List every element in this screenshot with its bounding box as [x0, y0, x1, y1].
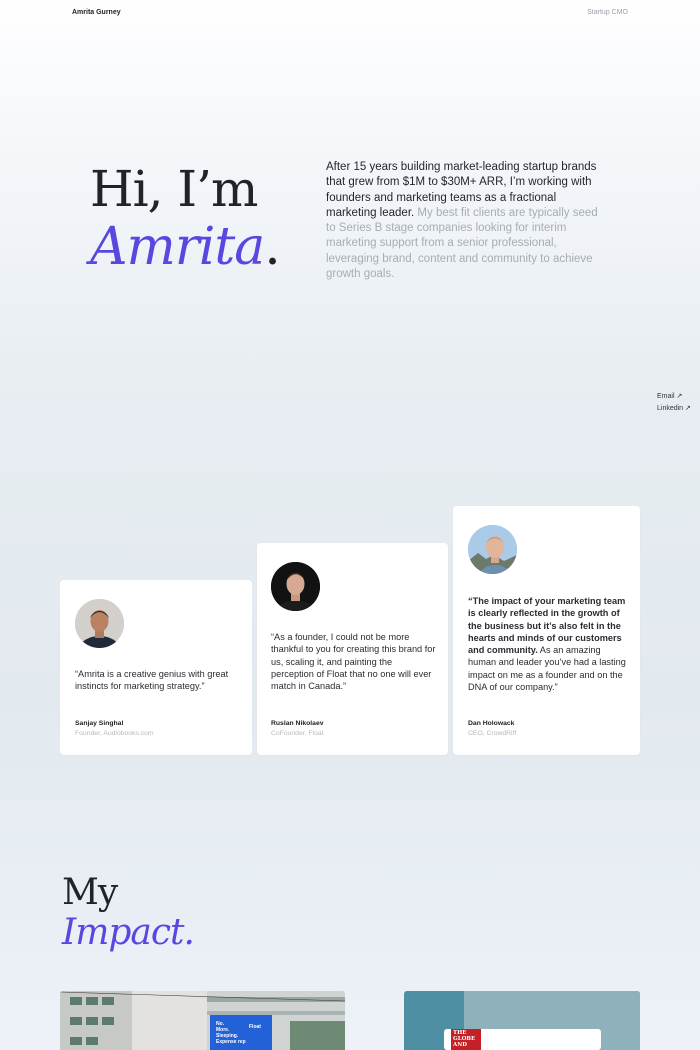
testimonial-name: Ruslan Nikolaev	[271, 720, 324, 727]
hero-heading: Hi, I’m Amrita.	[90, 160, 281, 277]
testimonial-name: Sanjay Singhal	[75, 720, 124, 727]
brand-role: Startup CMO	[587, 9, 628, 16]
testimonial-role: CoFounder, Float	[271, 730, 324, 737]
brand-name[interactable]: Amrita Gurney	[72, 9, 121, 16]
testimonial-card: “As a founder, I could not be more thank…	[257, 543, 448, 755]
email-link[interactable]: Email ↗	[657, 391, 691, 403]
testimonial-quote: “Amrita is a creative genius with great …	[75, 669, 229, 692]
avatar	[75, 599, 124, 648]
testimonial-quote: “As a founder, I could not be more thank…	[271, 632, 436, 692]
impact-line2: Impact.	[62, 912, 195, 953]
impact-heading: My Impact.	[62, 872, 195, 953]
testimonial-role: Founder, Audiobooks.com	[75, 730, 154, 737]
masthead-line: AND	[453, 1042, 468, 1048]
billboard-brand: Float	[249, 1024, 261, 1030]
avatar	[271, 562, 320, 611]
impact-dot: .	[183, 912, 195, 953]
hero-name-text: Amrita	[90, 217, 265, 277]
testimonial-name: Dan Holowack	[468, 720, 515, 727]
billboard-line: Expense rep	[216, 1039, 246, 1045]
billboard-text: No. More. Sleeping. Expense rep	[216, 1021, 246, 1045]
testimonial-card: “Amrita is a creative genius with great …	[60, 580, 252, 755]
impact-photo-newspaper[interactable]: THE GLOBE AND	[404, 991, 640, 1050]
impact-photo-billboard[interactable]: No. More. Sleeping. Expense rep Float	[60, 991, 345, 1050]
avatar	[468, 525, 517, 574]
hero-intro: After 15 years building market-leading s…	[326, 160, 606, 282]
impact-word: Impact	[62, 912, 184, 953]
top-bar: Amrita Gurney Startup CMO	[0, 0, 700, 26]
hero-name: Amrita.	[90, 217, 281, 277]
testimonial-quote: “The impact of your marketing team is cl…	[468, 595, 628, 693]
newspaper-masthead: THE GLOBE AND	[453, 1030, 475, 1048]
testimonial-role: CEO, CrowdRiff	[468, 730, 517, 737]
linkedin-link[interactable]: Linkedin ↗	[657, 403, 691, 415]
hero-greeting: Hi, I’m	[90, 160, 258, 218]
hero-name-dot: .	[264, 217, 281, 277]
testimonial-card: “The impact of your marketing team is cl…	[453, 506, 640, 755]
impact-line1: My	[62, 872, 118, 913]
contact-links: Email ↗ Linkedin ↗	[657, 391, 691, 415]
